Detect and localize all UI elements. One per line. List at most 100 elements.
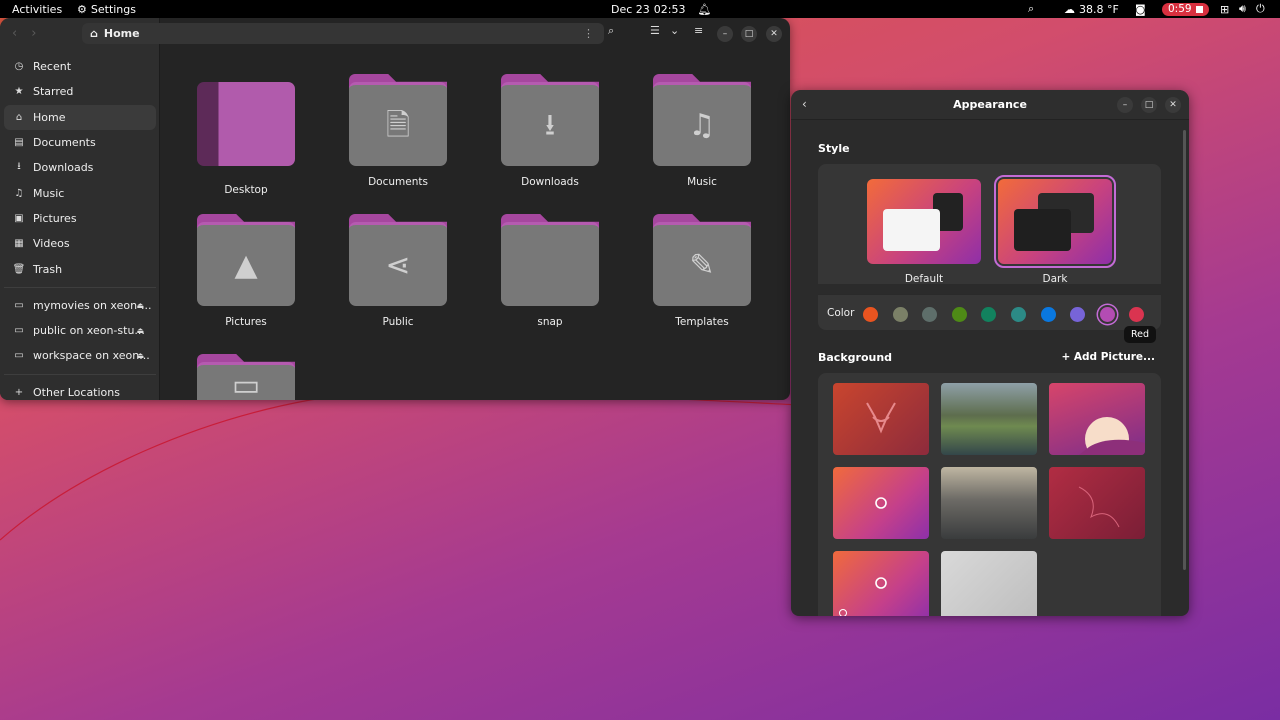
network-drive-icon: ▭ — [14, 350, 24, 362]
background-mountains[interactable] — [941, 467, 1037, 539]
sidebar-item-mount[interactable]: ▭ public on xeon-stu... ⏏ — [4, 318, 156, 343]
folder-icon — [501, 214, 599, 306]
bell-icon: 🔔︎ — [697, 2, 712, 16]
home-icon: ⌂ — [15, 111, 23, 123]
folder-public[interactable]: ⋖ Public — [338, 214, 458, 328]
folder-templates[interactable]: ✎ Templates — [642, 214, 762, 328]
sidebar-item-downloads[interactable]: ⭳ Downloads — [4, 155, 156, 180]
folder-icon: ▭ — [197, 354, 295, 400]
accent-color-swatch[interactable] — [981, 307, 997, 322]
weather-indicator[interactable]: ☁ 38.8 °F — [1064, 0, 1119, 18]
scrollbar[interactable] — [1183, 130, 1186, 570]
sidebar-item-trash[interactable]: 🗑︎ Trash — [4, 256, 156, 281]
accent-color-swatch[interactable] — [1070, 307, 1086, 322]
accent-color-swatch[interactable] — [1129, 307, 1145, 322]
path-bar[interactable]: ⌂ Home ⋮ — [82, 23, 604, 44]
sidebar-item-documents[interactable]: ▤ Documents — [4, 130, 156, 155]
background-ubuntu-timed[interactable] — [833, 551, 929, 616]
eject-icon[interactable]: ⏏ — [136, 351, 144, 360]
sidebar-item-videos[interactable]: ▦ Videos — [4, 231, 156, 256]
style-dark-option[interactable] — [994, 175, 1116, 268]
color-tooltip: Red — [1124, 326, 1157, 343]
style-default-option[interactable] — [867, 179, 981, 264]
background-kudu-line[interactable] — [1049, 467, 1145, 539]
folder-videos[interactable]: ▭ — [186, 354, 306, 400]
eject-icon[interactable]: ⏏ — [136, 326, 144, 335]
app-menu[interactable]: ⚙ Settings — [77, 0, 136, 18]
sidebar-item-mount[interactable]: ▭ mymovies on xeon-... ⏏ — [4, 293, 156, 318]
accent-color-swatch[interactable] — [892, 307, 908, 322]
clock-icon: ◷ — [14, 61, 24, 73]
stop-icon — [1195, 5, 1203, 13]
accent-color-swatch[interactable] — [1099, 307, 1115, 322]
sidebar-item-home[interactable]: ⌂ Home — [4, 104, 156, 130]
video-icon: ▭ — [231, 367, 261, 400]
forward-arrow-icon[interactable]: › — [31, 26, 36, 41]
network-icon[interactable]: ⊞ — [1220, 0, 1229, 18]
activities-button[interactable]: Activities — [12, 0, 62, 18]
picture-icon: ▣ — [14, 212, 24, 224]
network-drive-icon: ▭ — [14, 325, 24, 337]
folder-music[interactable]: ♫ Music — [642, 74, 762, 188]
files-sidebar: ‹ › ◷ Recent ★ Starred ⌂ Home ▤ Documents ⭳ D… — [0, 18, 160, 400]
close-button[interactable]: ✕ — [766, 26, 782, 42]
recording-indicator[interactable]: 0:59 — [1162, 0, 1209, 18]
sidebar-item-starred[interactable]: ★ Starred — [4, 79, 156, 104]
background-kudu-sunset[interactable] — [1049, 383, 1145, 455]
style-default-label: Default — [904, 273, 944, 285]
back-arrow-icon[interactable]: ‹ — [12, 26, 17, 41]
video-icon: ▦ — [14, 238, 24, 250]
plus-icon: + — [14, 386, 24, 398]
sidebar-item-mount[interactable]: ▭ workspace on xeon... ⏏ — [4, 343, 156, 368]
background-grey[interactable] — [941, 551, 1037, 616]
sidebar-item-pictures[interactable]: ▣ Pictures — [4, 206, 156, 231]
document-icon: ▤ — [14, 137, 24, 149]
cloud-icon: ☁ — [1064, 2, 1075, 16]
more-options-icon[interactable]: ⋮ — [583, 27, 594, 40]
accent-color-swatch[interactable] — [951, 307, 967, 322]
background-ubuntu-orange[interactable] — [833, 467, 929, 539]
appearance-window: ‹ Appearance – □ ✕ Style Default Dark Co… — [791, 90, 1189, 616]
folder-icon: ⋖ — [349, 214, 447, 306]
minimize-button[interactable]: – — [717, 26, 733, 42]
sidebar-item-recent[interactable]: ◷ Recent — [4, 54, 156, 79]
picture-icon: ▲ — [234, 247, 258, 283]
minimize-button[interactable]: – — [1117, 97, 1133, 113]
volume-icon[interactable]: 🔊︎ — [1239, 0, 1246, 18]
accent-color-swatch[interactable] — [863, 307, 878, 322]
folder-grid: Desktop 🗎︎ Documents ⭳ Downloads ♫ Music… — [160, 48, 790, 400]
color-label: Color — [827, 307, 855, 319]
folder-documents[interactable]: 🗎︎ Documents — [338, 74, 458, 188]
power-icon[interactable]: ⏻ — [1256, 0, 1265, 18]
maximize-button[interactable]: □ — [741, 26, 757, 42]
folder-downloads[interactable]: ⭳ Downloads — [490, 74, 610, 188]
search-icon[interactable]: ⌕ — [608, 24, 614, 38]
style-heading: Style — [818, 142, 850, 155]
accent-color-swatch[interactable] — [1011, 307, 1026, 322]
folder-desktop[interactable]: Desktop — [186, 82, 306, 196]
background-lake[interactable] — [941, 383, 1037, 455]
network-drive-icon: ▭ — [14, 299, 24, 311]
accent-color-swatch[interactable] — [922, 307, 938, 322]
folder-icon: ⭳ — [501, 74, 599, 166]
sidebar-item-other-locations[interactable]: + Other Locations — [4, 380, 156, 400]
close-button[interactable]: ✕ — [1165, 97, 1181, 113]
folder-pictures[interactable]: ▲ Pictures — [186, 214, 306, 328]
chevron-down-icon[interactable]: ⌄ — [670, 24, 679, 37]
sidebar-item-music[interactable]: ♫ Music — [4, 180, 156, 205]
folder-snap[interactable]: snap — [490, 214, 610, 328]
accent-color-swatch[interactable] — [1040, 307, 1056, 322]
share-icon: ⋖ — [385, 247, 411, 283]
style-selector: Default Dark — [818, 164, 1161, 285]
ruler-pencil-icon: ✎ — [689, 247, 715, 283]
view-list-icon[interactable]: ☰ — [650, 24, 660, 37]
menu-icon[interactable]: ≡ — [694, 24, 703, 37]
eject-icon[interactable]: ⏏ — [136, 301, 144, 310]
clock[interactable]: Dec 23 02:53 🔔︎ — [611, 0, 711, 18]
background-kudu-red[interactable] — [833, 383, 929, 455]
maximize-button[interactable]: □ — [1141, 97, 1157, 113]
add-picture-button[interactable]: + Add Picture... — [1061, 351, 1155, 363]
search-icon[interactable]: ⌕ — [1028, 0, 1034, 18]
download-icon: ⭳ — [544, 107, 556, 143]
screenshot-icon[interactable]: ◙ — [1135, 0, 1146, 18]
